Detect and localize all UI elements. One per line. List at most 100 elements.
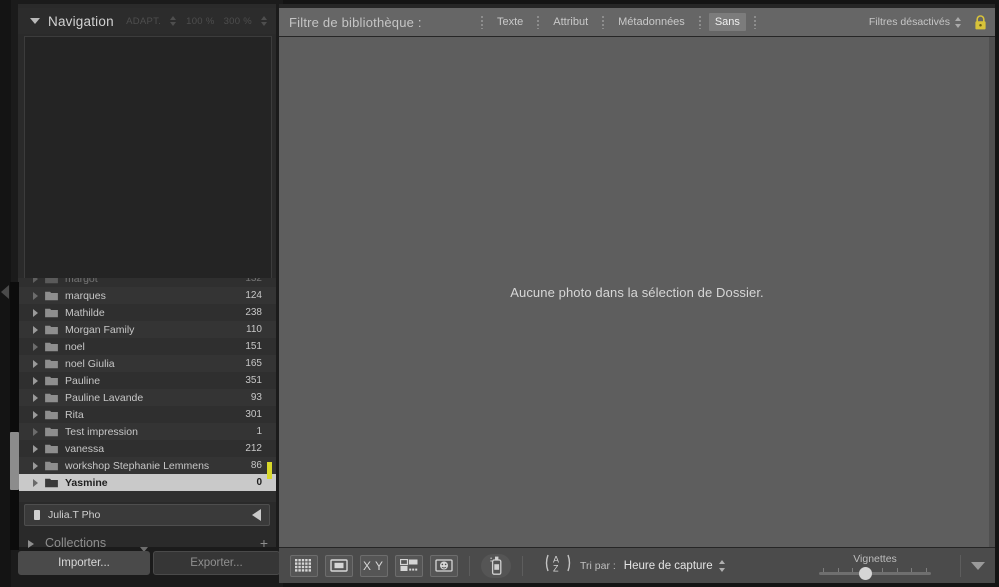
folder-row[interactable]: Mathilde238 — [18, 304, 276, 321]
folder-list[interactable]: margot132marques124Mathilde238Morgan Fam… — [18, 278, 276, 502]
triangle-right-icon[interactable] — [32, 325, 41, 334]
lock-icon[interactable] — [974, 15, 987, 30]
filter-tab-separator — [602, 16, 604, 29]
triangle-right-icon[interactable] — [28, 539, 37, 548]
people-view-icon[interactable] — [430, 555, 458, 577]
lightroom-window: Navigation ADAPT. 100 % 300 % margot132m… — [0, 0, 999, 587]
triangle-right-icon[interactable] — [32, 278, 41, 283]
folder-row[interactable]: marques124 — [18, 287, 276, 304]
folder-row[interactable]: Rita301 — [18, 406, 276, 423]
folder-photo-count: 238 — [245, 307, 276, 318]
triangle-right-icon[interactable] — [32, 342, 41, 351]
folder-name: Mathilde — [65, 307, 245, 319]
folder-icon — [45, 444, 58, 454]
triangle-right-icon[interactable] — [32, 393, 41, 402]
filter-tab-sans[interactable]: Sans — [709, 13, 746, 31]
thumbnail-size-slider[interactable] — [819, 568, 931, 578]
navigator-header[interactable]: Navigation ADAPT. 100 % 300 % — [18, 8, 276, 34]
left-panel-scrollbar-track[interactable] — [10, 282, 19, 550]
stepper-icon[interactable] — [719, 560, 726, 572]
stepper-icon[interactable] — [261, 15, 268, 27]
collections-label: Collections — [45, 536, 106, 550]
filter-tab-separator — [481, 16, 483, 29]
zoom-level-100[interactable]: 100 % — [186, 16, 214, 27]
triangle-right-icon[interactable] — [32, 444, 41, 453]
triangle-down-icon[interactable] — [30, 16, 40, 26]
slider-knob[interactable] — [859, 567, 872, 580]
plus-icon[interactable]: + — [260, 538, 268, 548]
content-scrollbar[interactable] — [989, 37, 995, 547]
folder-icon — [45, 278, 58, 284]
folder-row[interactable]: margot132 — [18, 278, 276, 287]
slider-ticks — [823, 568, 927, 572]
sort-by-value[interactable]: Heure de capture — [624, 560, 713, 572]
folder-row[interactable]: noel151 — [18, 338, 276, 355]
stepper-icon[interactable] — [955, 17, 962, 28]
triangle-right-icon[interactable] — [32, 410, 41, 419]
folder-row[interactable]: vanessa212 — [18, 440, 276, 457]
folder-icon — [45, 308, 58, 318]
navigator-preview[interactable] — [24, 36, 272, 292]
bottom-toolbar: XY — [279, 548, 995, 583]
triangle-left-icon[interactable] — [252, 509, 261, 521]
loupe-view-icon[interactable] — [325, 555, 353, 577]
sort-az-icon[interactable]: A Z — [543, 553, 573, 578]
zoom-level-300[interactable]: 300 % — [224, 16, 252, 27]
triangle-down-icon[interactable] — [971, 562, 985, 570]
filter-tab-texte[interactable]: Texte — [491, 13, 529, 31]
folder-name: Yasmine — [65, 477, 256, 489]
folder-icon — [45, 478, 58, 488]
triangle-right-icon[interactable] — [32, 308, 41, 317]
folder-row[interactable]: Yasmine0 — [18, 474, 276, 491]
folder-name: vanessa — [65, 443, 245, 455]
thumbnails-label: Vignettes — [853, 553, 897, 565]
import-button[interactable]: Importer... — [18, 551, 150, 575]
folder-photo-count: 351 — [245, 375, 276, 386]
folder-icon — [45, 325, 58, 335]
content-area[interactable]: Aucune photo dans la sélection de Dossie… — [279, 37, 995, 547]
survey-view-icon[interactable] — [395, 555, 423, 577]
folder-name: noel Giulia — [65, 358, 245, 370]
toolbar-divider — [522, 556, 523, 576]
compare-view-icon[interactable]: XY — [360, 555, 388, 577]
filter-tab-attribut[interactable]: Attribut — [547, 13, 594, 31]
folder-photo-count: 132 — [245, 278, 276, 284]
folder-row[interactable]: Pauline351 — [18, 372, 276, 389]
folder-row[interactable]: Test impression1 — [18, 423, 276, 440]
folder-row[interactable]: noel Giulia165 — [18, 355, 276, 372]
svg-text:Z: Z — [553, 564, 559, 574]
folder-icon — [45, 291, 58, 301]
folder-name: noel — [65, 341, 245, 353]
folder-photo-count: 93 — [251, 392, 276, 403]
left-panel-scrollbar-thumb[interactable] — [10, 432, 19, 490]
catalog-name: Julia.T Pho — [48, 509, 252, 521]
triangle-right-icon[interactable] — [32, 427, 41, 436]
folder-row[interactable]: workshop Stephanie Lemmens86 — [18, 457, 276, 474]
grid-view-icon[interactable] — [290, 555, 318, 577]
folder-name: Morgan Family — [65, 324, 246, 336]
folder-name: margot — [65, 278, 245, 285]
library-filter-bar: Filtre de bibliothèque : Texte Attribut Mé… — [279, 8, 995, 36]
folder-row[interactable]: Pauline Lavande93 — [18, 389, 276, 406]
triangle-right-icon[interactable] — [32, 478, 41, 487]
folder-photo-count: 301 — [245, 409, 276, 420]
folder-row[interactable]: Morgan Family110 — [18, 321, 276, 338]
filter-bar-label: Filtre de bibliothèque : — [289, 15, 422, 30]
sort-controls: A Z Tri par : Heure de capture — [543, 553, 726, 578]
export-button[interactable]: Exporter... — [153, 551, 280, 575]
triangle-right-icon[interactable] — [32, 376, 41, 385]
folder-photo-count: 110 — [246, 324, 276, 335]
left-panel-collapse-arrow[interactable] — [1, 285, 10, 299]
spray-can-icon[interactable] — [481, 554, 511, 578]
triangle-right-icon[interactable] — [32, 291, 41, 300]
toolbar-divider — [469, 556, 470, 576]
folder-photo-count: 212 — [245, 443, 276, 454]
stepper-icon[interactable] — [170, 15, 177, 27]
filter-tab-mtadonnes[interactable]: Métadonnées — [612, 13, 691, 31]
zoom-level-fit[interactable]: ADAPT. — [126, 16, 161, 27]
folder-icon — [45, 393, 58, 403]
triangle-right-icon[interactable] — [32, 359, 41, 368]
filter-tab-separator — [699, 16, 701, 29]
catalog-selector[interactable]: Julia.T Pho — [24, 504, 270, 526]
triangle-right-icon[interactable] — [32, 461, 41, 470]
